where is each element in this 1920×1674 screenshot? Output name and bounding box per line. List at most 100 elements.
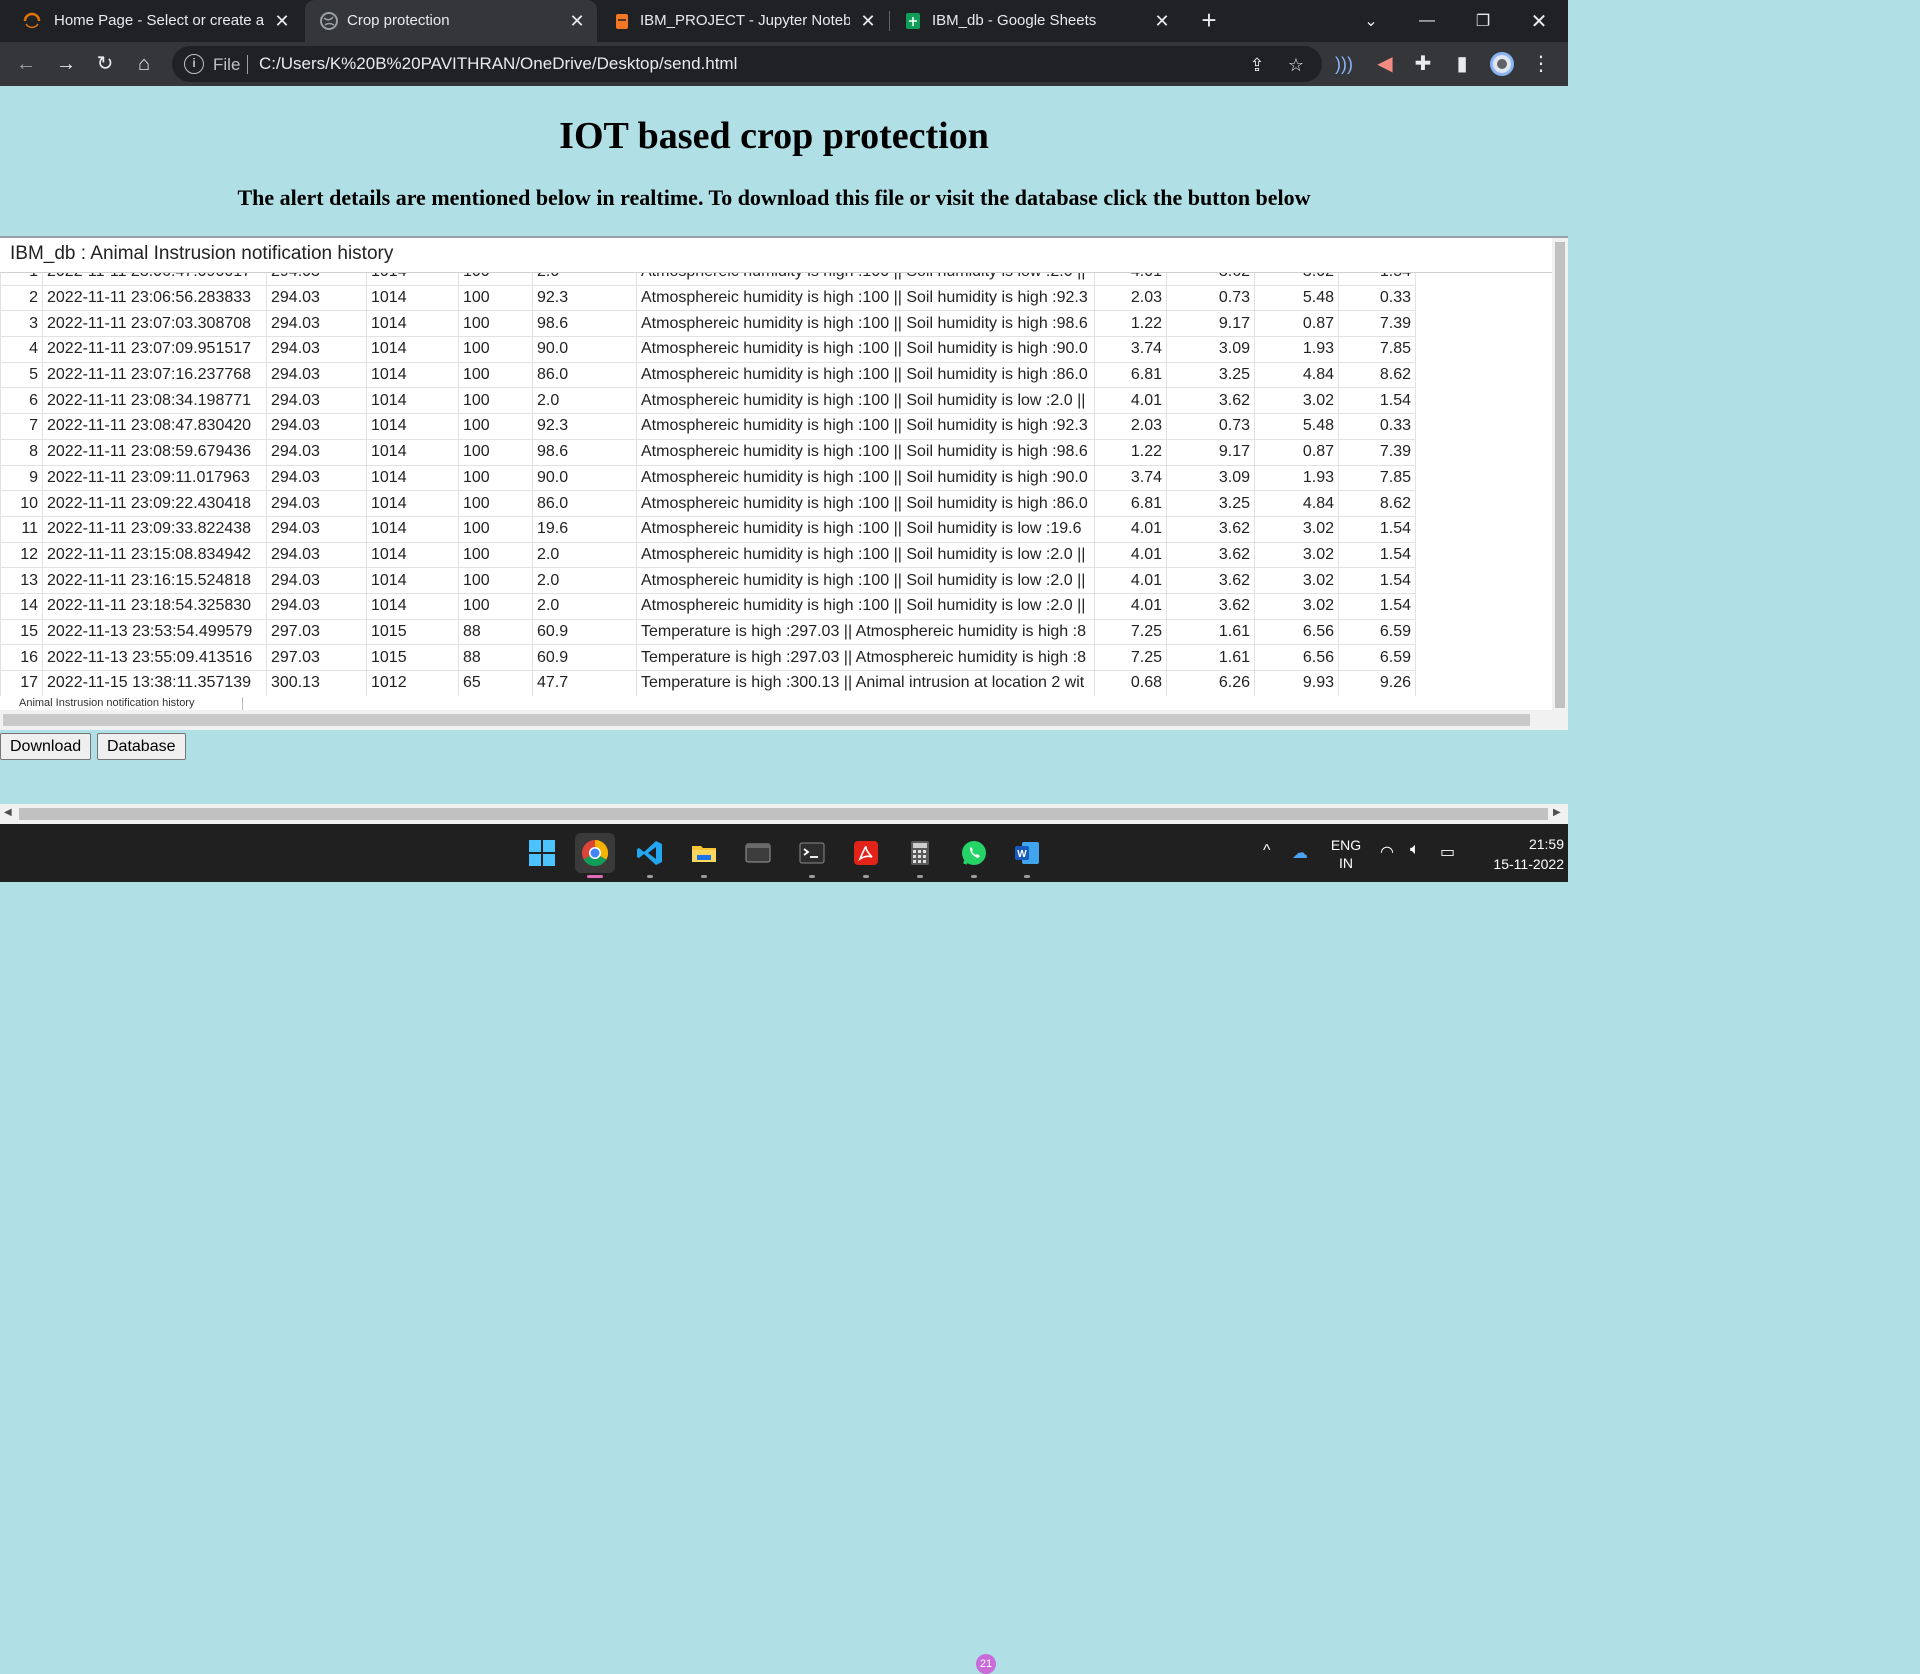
word-icon[interactable]: W xyxy=(1007,833,1047,873)
cell-value-a[interactable]: 4.01 xyxy=(1094,515,1167,543)
sheet-grid[interactable]: 12022-11-11 23:06:47.090017294.031014100… xyxy=(0,273,1552,696)
cell-soil-humidity[interactable]: 98.6 xyxy=(532,438,637,466)
address-bar[interactable]: i File C:/Users/K%20B%20PAVITHRAN/OneDri… xyxy=(172,46,1322,82)
cell-value-d[interactable]: 6.59 xyxy=(1338,618,1416,646)
whatsapp-icon[interactable] xyxy=(954,833,994,873)
cell-pressure[interactable]: 1014 xyxy=(366,284,459,312)
cell-value-c[interactable]: 0.87 xyxy=(1254,438,1339,466)
cell-value-d[interactable]: 7.39 xyxy=(1338,438,1416,466)
cell-row-index[interactable]: 17 xyxy=(0,670,43,696)
cell-value-c[interactable]: 6.56 xyxy=(1254,644,1339,671)
cell-alert-message[interactable]: Temperature is high :300.13 || Animal in… xyxy=(636,670,1095,696)
cell-value-a[interactable]: 0.68 xyxy=(1094,670,1167,696)
cell-soil-humidity[interactable]: 92.3 xyxy=(532,413,637,440)
cell-value-b[interactable]: 3.62 xyxy=(1166,541,1255,569)
close-tab-icon[interactable]: ✕ xyxy=(567,11,587,31)
terminal-window-icon[interactable] xyxy=(738,833,778,873)
cell-value-a[interactable]: 3.74 xyxy=(1094,336,1167,363)
cell-alert-message[interactable]: Atmosphereic humidity is high :100 || So… xyxy=(636,336,1095,363)
cell-value-c[interactable]: 1.93 xyxy=(1254,464,1339,492)
cell-value-a[interactable]: 6.81 xyxy=(1094,490,1167,517)
wifi-icon[interactable]: ◠ xyxy=(1380,842,1394,862)
cell-pressure[interactable]: 1014 xyxy=(366,464,459,492)
reload-icon[interactable]: ↻ xyxy=(91,50,119,78)
cell-pressure[interactable]: 1014 xyxy=(366,515,459,543)
cell-value-a[interactable]: 3.74 xyxy=(1094,464,1167,492)
cell-atmospheric-humidity[interactable]: 100 xyxy=(458,361,533,389)
cell-alert-message[interactable]: Temperature is high :297.03 || Atmospher… xyxy=(636,618,1095,646)
cell-value-d[interactable]: 7.39 xyxy=(1338,310,1416,338)
cell-row-index[interactable]: 7 xyxy=(0,413,43,440)
cell-row-index[interactable]: 16 xyxy=(0,644,43,671)
cell-timestamp[interactable]: 2022-11-13 23:53:54.499579 xyxy=(42,618,267,646)
clock[interactable]: 21:59 15-11-2022 xyxy=(1474,834,1564,874)
close-window-button[interactable]: ✕ xyxy=(1514,0,1564,42)
cell-value-b[interactable]: 3.25 xyxy=(1166,361,1255,389)
home-icon[interactable]: ⌂ xyxy=(130,50,158,78)
cell-alert-message[interactable]: Atmosphereic humidity is high :100 || So… xyxy=(636,361,1095,389)
cell-value-c[interactable]: 3.02 xyxy=(1254,541,1339,569)
cell-soil-humidity[interactable]: 2.0 xyxy=(532,273,637,286)
scroll-left-arrow-icon[interactable]: ◀ xyxy=(4,807,12,818)
cell-soil-humidity[interactable]: 2.0 xyxy=(532,567,637,594)
new-tab-button[interactable]: + xyxy=(1194,6,1224,36)
cell-pressure[interactable]: 1014 xyxy=(366,336,459,363)
embedded-sheet[interactable]: IBM_db : Animal Instrusion notification … xyxy=(0,236,1568,730)
cell-temperature[interactable]: 294.03 xyxy=(266,310,367,338)
acrobat-pdf-icon[interactable] xyxy=(846,833,886,873)
cell-soil-humidity[interactable]: 47.7 xyxy=(532,670,637,696)
sheet-hscroll-thumb[interactable] xyxy=(3,714,1530,726)
cell-value-b[interactable]: 9.17 xyxy=(1166,438,1255,466)
cell-value-d[interactable]: 9.26 xyxy=(1338,670,1416,696)
profile-avatar[interactable] xyxy=(1488,50,1516,78)
cell-value-a[interactable]: 7.25 xyxy=(1094,618,1167,646)
cell-temperature[interactable]: 294.03 xyxy=(266,592,367,620)
cell-atmospheric-humidity[interactable]: 100 xyxy=(458,567,533,594)
cell-value-b[interactable]: 3.25 xyxy=(1166,490,1255,517)
cell-row-index[interactable]: 8 xyxy=(0,438,43,466)
cell-value-d[interactable]: 1.54 xyxy=(1338,567,1416,594)
cell-alert-message[interactable]: Atmosphereic humidity is high :100 || So… xyxy=(636,438,1095,466)
cell-value-a[interactable]: 1.22 xyxy=(1094,438,1167,466)
cell-timestamp[interactable]: 2022-11-11 23:09:11.017963 xyxy=(42,464,267,492)
cell-alert-message[interactable]: Atmosphereic humidity is high :100 || So… xyxy=(636,490,1095,517)
cell-timestamp[interactable]: 2022-11-11 23:06:47.090017 xyxy=(42,273,267,286)
cell-value-c[interactable]: 3.02 xyxy=(1254,387,1339,415)
cell-value-c[interactable]: 3.02 xyxy=(1254,567,1339,594)
cell-alert-message[interactable]: Temperature is high :297.03 || Atmospher… xyxy=(636,644,1095,671)
tab-jupyter-notebook[interactable]: IBM_PROJECT - Jupyter Noteboo ✕ xyxy=(600,0,888,42)
cell-timestamp[interactable]: 2022-11-11 23:09:33.822438 xyxy=(42,515,267,543)
cell-value-d[interactable]: 1.54 xyxy=(1338,541,1416,569)
cast-extension-icon[interactable]: ))) xyxy=(1330,50,1358,78)
cell-atmospheric-humidity[interactable]: 100 xyxy=(458,438,533,466)
file-explorer-icon[interactable] xyxy=(684,833,724,873)
cell-row-index[interactable]: 3 xyxy=(0,310,43,338)
cell-value-b[interactable]: 0.73 xyxy=(1166,284,1255,312)
cell-temperature[interactable]: 294.03 xyxy=(266,413,367,440)
cell-timestamp[interactable]: 2022-11-11 23:06:56.283833 xyxy=(42,284,267,312)
restore-button[interactable]: ❐ xyxy=(1458,0,1508,42)
cell-value-d[interactable]: 7.85 xyxy=(1338,464,1416,492)
cell-timestamp[interactable]: 2022-11-11 23:08:34.198771 xyxy=(42,387,267,415)
cell-value-c[interactable]: 4.84 xyxy=(1254,490,1339,517)
cell-pressure[interactable]: 1014 xyxy=(366,413,459,440)
cell-value-a[interactable]: 7.25 xyxy=(1094,644,1167,671)
cell-timestamp[interactable]: 2022-11-11 23:08:59.679436 xyxy=(42,438,267,466)
cell-value-d[interactable]: 8.62 xyxy=(1338,490,1416,517)
cell-value-b[interactable]: 3.09 xyxy=(1166,464,1255,492)
cell-temperature[interactable]: 294.03 xyxy=(266,438,367,466)
cell-row-index[interactable]: 12 xyxy=(0,541,43,569)
cell-value-c[interactable]: 3.02 xyxy=(1254,592,1339,620)
cell-row-index[interactable]: 14 xyxy=(0,592,43,620)
tab-home-page[interactable]: Home Page - Select or create a n ✕ xyxy=(0,0,300,42)
cell-value-c[interactable]: 6.56 xyxy=(1254,618,1339,646)
sheet-vscroll-thumb[interactable] xyxy=(1555,242,1565,708)
cell-value-a[interactable]: 4.01 xyxy=(1094,387,1167,415)
cell-pressure[interactable]: 1014 xyxy=(366,592,459,620)
cell-pressure[interactable]: 1014 xyxy=(366,361,459,389)
cell-pressure[interactable]: 1014 xyxy=(366,310,459,338)
cell-soil-humidity[interactable]: 90.0 xyxy=(532,336,637,363)
address-url[interactable]: C:/Users/K%20B%20PAVITHRAN/OneDrive/Desk… xyxy=(259,54,737,74)
cell-temperature[interactable]: 300.13 xyxy=(266,670,367,696)
cell-pressure[interactable]: 1014 xyxy=(366,567,459,594)
